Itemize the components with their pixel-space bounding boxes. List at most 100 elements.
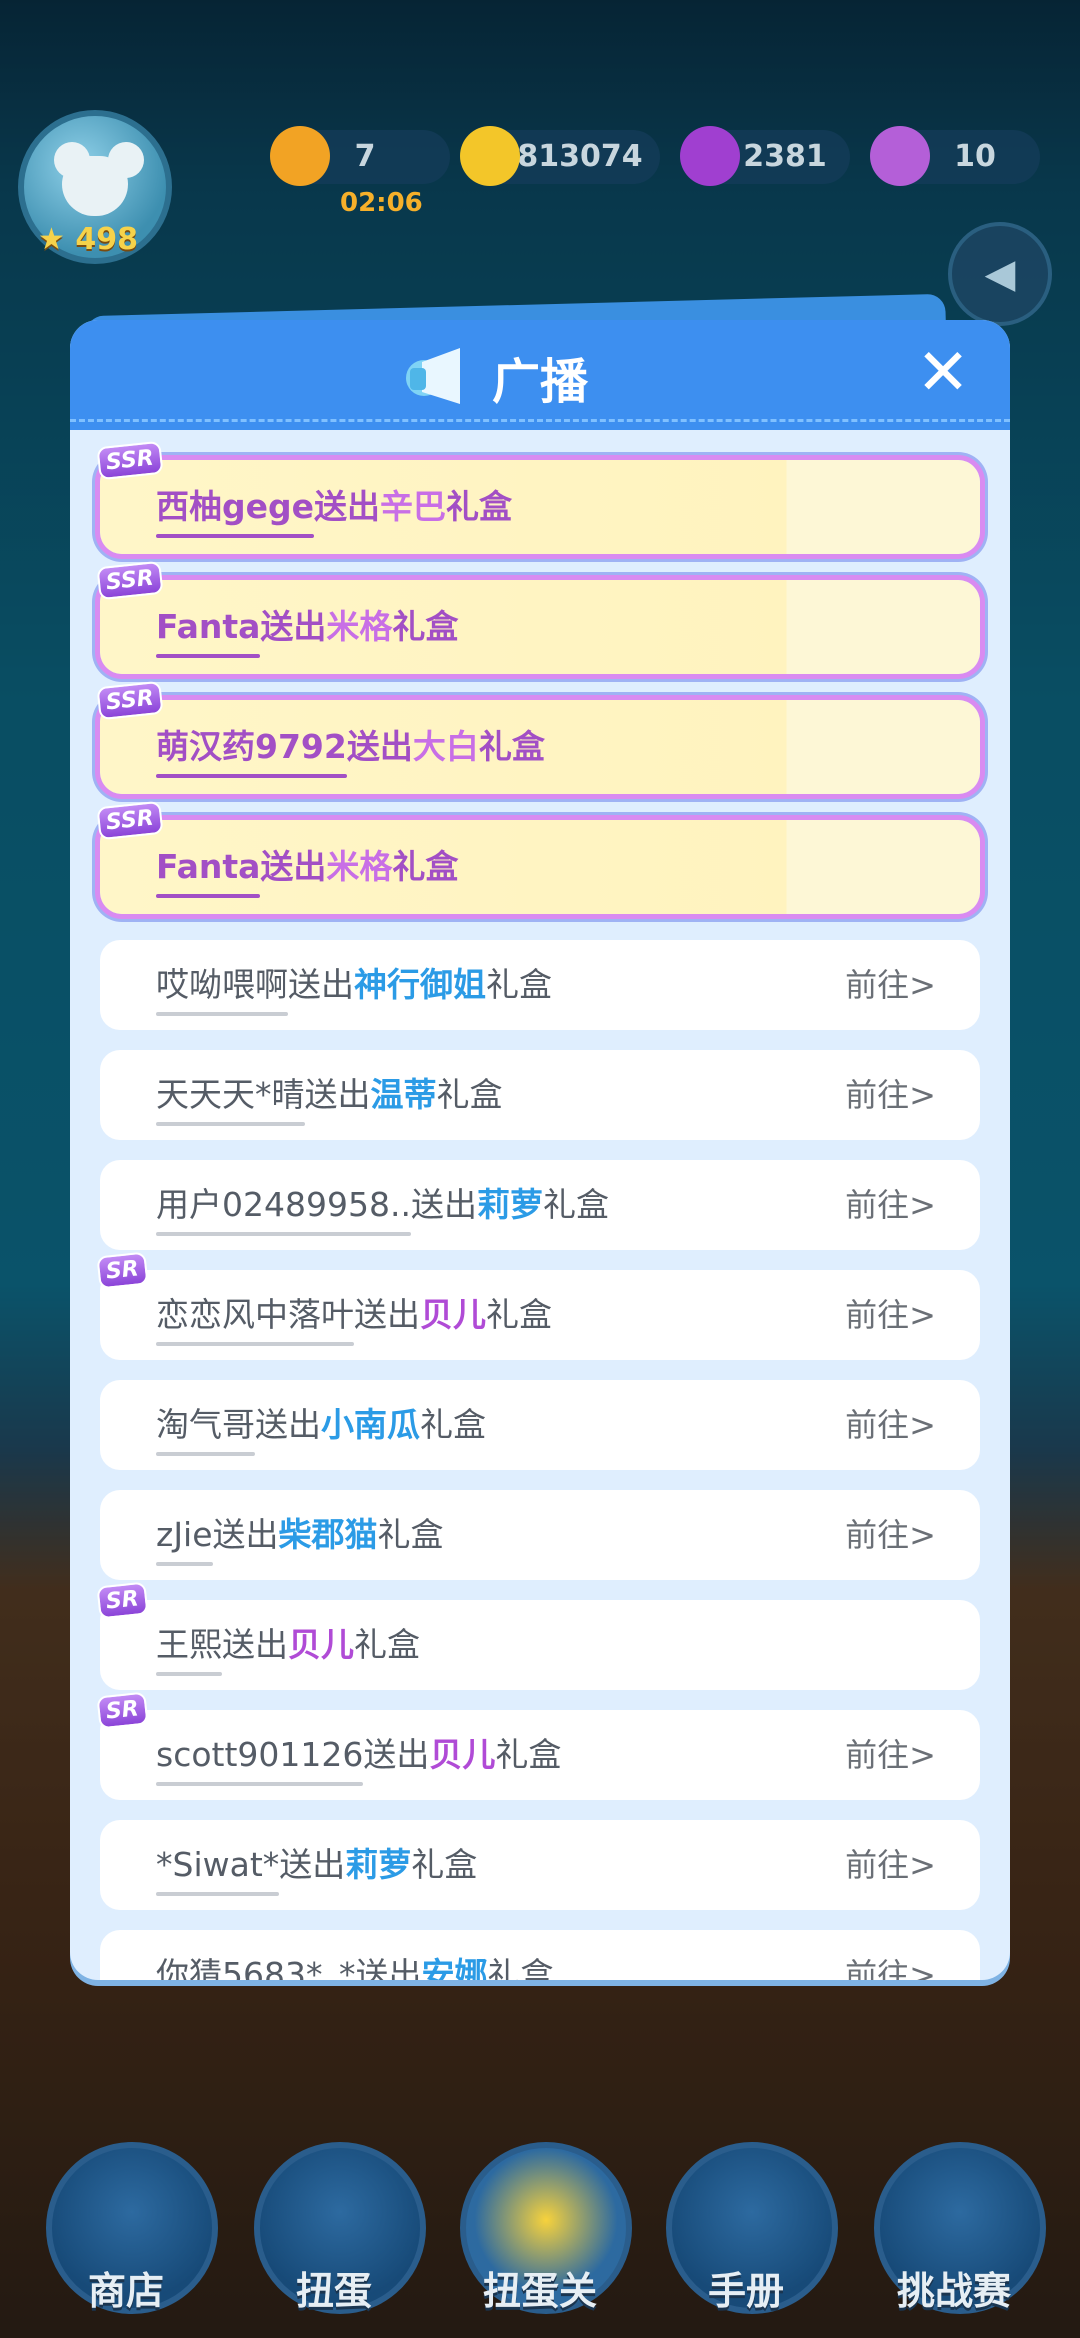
gift-suffix: 礼盒 bbox=[495, 1735, 562, 1774]
broadcast-row[interactable]: 天天天*晴送出温蒂礼盒 前往> bbox=[100, 1050, 980, 1140]
energy-counter[interactable]: 7 bbox=[270, 126, 450, 186]
close-button[interactable]: ✕ bbox=[908, 338, 978, 408]
goto-link[interactable]: 前往> bbox=[845, 1160, 936, 1250]
broadcast-row[interactable]: SSR 萌汉药9792送出大白礼盒 bbox=[96, 680, 980, 794]
sender-name[interactable]: 哎呦喂啊 bbox=[156, 940, 288, 1030]
sender-name[interactable]: zJie bbox=[156, 1490, 213, 1580]
sender-name[interactable]: Fanta bbox=[156, 820, 261, 914]
verb-text: 送出 bbox=[314, 487, 381, 526]
rarity-badge: SR bbox=[96, 1251, 149, 1290]
broadcast-row[interactable]: SSR 西柚gege送出辛巴礼盒 bbox=[96, 440, 980, 554]
goto-link[interactable]: 前往> bbox=[845, 1270, 936, 1360]
verb-text: 送出 bbox=[363, 1735, 430, 1774]
sender-name[interactable]: scott901126 bbox=[156, 1710, 364, 1800]
gift-item-name: 米格 bbox=[326, 847, 393, 886]
sender-name[interactable]: 萌汉药9792 bbox=[156, 700, 347, 794]
nav-handbook-label: 手册 bbox=[707, 2269, 784, 2313]
gift-suffix: 礼盒 bbox=[436, 1075, 503, 1114]
broadcast-row[interactable]: SSR Fanta送出米格礼盒 bbox=[96, 560, 980, 674]
verb-text: 送出 bbox=[304, 1075, 371, 1114]
broadcast-dialog: 广播 ✕ SSR 西柚gege送出辛巴礼盒 SSR Fanta送出米格礼盒 SSR 萌汉药… bbox=[70, 320, 1010, 1980]
sender-name[interactable]: 王熙 bbox=[156, 1600, 222, 1690]
broadcast-list[interactable]: SSR 西柚gege送出辛巴礼盒 SSR Fanta送出米格礼盒 SSR 萌汉药9792送… bbox=[96, 440, 980, 1980]
broadcast-text: *Siwat*送出莉萝礼盒 bbox=[156, 1820, 477, 1910]
coin-icon bbox=[460, 126, 520, 186]
gift-item-name: 莉萝 bbox=[476, 1185, 543, 1224]
gift-suffix: 礼盒 bbox=[392, 607, 459, 646]
sender-name[interactable]: 天天天*晴 bbox=[156, 1050, 305, 1140]
rarity-badge: SSR bbox=[96, 680, 164, 721]
gift-suffix: 礼盒 bbox=[542, 1185, 609, 1224]
broadcast-row[interactable]: SSR Fanta送出米格礼盒 bbox=[96, 800, 980, 914]
broadcast-text: 淘气哥送出小南瓜礼盒 bbox=[156, 1380, 486, 1470]
broadcast-row[interactable]: SR 恋恋风中落叶送出贝儿礼盒 前往> bbox=[96, 1251, 980, 1360]
broadcast-text: 用户02489958..送出莉萝礼盒 bbox=[156, 1160, 609, 1250]
verb-text: 送出 bbox=[410, 1185, 477, 1224]
sender-name[interactable]: 你猜5683*_* bbox=[156, 1930, 355, 1980]
coin-counter[interactable]: 813074 bbox=[460, 126, 660, 186]
verb-text: 送出 bbox=[354, 1295, 420, 1334]
broadcast-text: 哎呦喂啊送出神行御姐礼盒 bbox=[156, 940, 552, 1030]
goto-link[interactable]: 前往> bbox=[845, 1930, 936, 1980]
broadcast-row[interactable]: zJie送出柴郡猫礼盒 前往> bbox=[100, 1490, 980, 1580]
broadcast-text: 西柚gege送出辛巴礼盒 bbox=[156, 460, 512, 554]
goto-link[interactable]: 前往> bbox=[845, 1050, 936, 1140]
mouse-avatar-icon bbox=[62, 156, 128, 216]
gift-suffix: 礼盒 bbox=[446, 487, 513, 526]
gift-suffix: 礼盒 bbox=[478, 727, 545, 766]
sender-name[interactable]: 淘气哥 bbox=[156, 1380, 255, 1470]
verb-text: 送出 bbox=[346, 727, 413, 766]
sender-name[interactable]: Fanta bbox=[156, 580, 261, 674]
rarity-badge: SSR bbox=[96, 800, 164, 841]
broadcast-row[interactable]: 哎呦喂啊送出神行御姐礼盒 前往> bbox=[100, 940, 980, 1030]
gift-item-name: 贝儿 bbox=[429, 1735, 496, 1774]
gift-item-name: 小南瓜 bbox=[321, 1405, 420, 1444]
gift-suffix: 礼盒 bbox=[354, 1625, 420, 1664]
gift-item-name: 米格 bbox=[326, 607, 393, 646]
crown-icon bbox=[870, 126, 930, 186]
broadcast-text: 王熙送出贝儿礼盒 bbox=[156, 1600, 420, 1690]
nav-challenge-label: 挑战赛 bbox=[896, 2269, 1011, 2313]
rarity-badge: SR bbox=[96, 1691, 149, 1730]
broadcast-text: 萌汉药9792送出大白礼盒 bbox=[156, 700, 545, 794]
sender-name[interactable]: 用户02489958.. bbox=[156, 1160, 411, 1250]
goto-link[interactable]: 前往> bbox=[845, 1710, 936, 1800]
gift-item-name: 贝儿 bbox=[420, 1295, 486, 1334]
goto-link[interactable]: 前往> bbox=[845, 1490, 936, 1580]
gift-item-name: 大白 bbox=[412, 727, 479, 766]
nav-gacha-label: 扭蛋 bbox=[295, 2269, 372, 2313]
goto-link[interactable]: 前往> bbox=[845, 940, 936, 1030]
speaker-icon: ◀ bbox=[984, 251, 1016, 297]
broadcast-row[interactable]: *Siwat*送出莉萝礼盒 前往> bbox=[100, 1820, 980, 1910]
star-score: ★ 498 bbox=[38, 222, 138, 257]
broadcast-row[interactable]: SR scott901126送出贝儿礼盒 前往> bbox=[96, 1691, 980, 1800]
sender-name[interactable]: 恋恋风中落叶 bbox=[156, 1270, 354, 1360]
broadcast-row[interactable]: 你猜5683*_*送出安娜礼盒 前往> bbox=[100, 1930, 980, 1980]
gift-item-name: 莉萝 bbox=[345, 1845, 412, 1884]
broadcast-toggle-button[interactable]: ◀ bbox=[948, 222, 1052, 326]
gift-item-name: 辛巴 bbox=[380, 487, 447, 526]
dialog-header: 广播 ✕ bbox=[70, 320, 1010, 430]
broadcast-row[interactable]: 淘气哥送出小南瓜礼盒 前往> bbox=[100, 1380, 980, 1470]
broadcast-text: scott901126送出贝儿礼盒 bbox=[156, 1710, 561, 1800]
sender-name[interactable]: *Siwat* bbox=[156, 1820, 280, 1910]
broadcast-row[interactable]: SR 王熙送出贝儿礼盒 bbox=[96, 1581, 980, 1690]
verb-text: 送出 bbox=[255, 1405, 321, 1444]
broadcast-text: 恋恋风中落叶送出贝儿礼盒 bbox=[156, 1270, 552, 1360]
gift-suffix: 礼盒 bbox=[487, 1955, 554, 1980]
goto-link[interactable]: 前往> bbox=[845, 1820, 936, 1910]
verb-text: 送出 bbox=[279, 1845, 346, 1884]
broadcast-text: Fanta送出米格礼盒 bbox=[156, 580, 458, 674]
gift-suffix: 礼盒 bbox=[411, 1845, 478, 1884]
sender-name[interactable]: 西柚gege bbox=[156, 460, 315, 554]
broadcast-row[interactable]: 用户02489958..送出莉萝礼盒 前往> bbox=[100, 1160, 980, 1250]
gem-counter[interactable]: 2381 bbox=[680, 126, 850, 186]
goto-link[interactable]: 前往> bbox=[845, 1380, 936, 1470]
crown-counter[interactable]: 10 bbox=[870, 126, 1040, 186]
nav-shop-label: 商店 bbox=[87, 2269, 164, 2313]
gift-suffix: 礼盒 bbox=[392, 847, 459, 886]
verb-text: 送出 bbox=[260, 847, 327, 886]
verb-text: 送出 bbox=[222, 1625, 288, 1664]
broadcast-text: Fanta送出米格礼盒 bbox=[156, 820, 458, 914]
gift-suffix: 礼盒 bbox=[486, 965, 552, 1004]
